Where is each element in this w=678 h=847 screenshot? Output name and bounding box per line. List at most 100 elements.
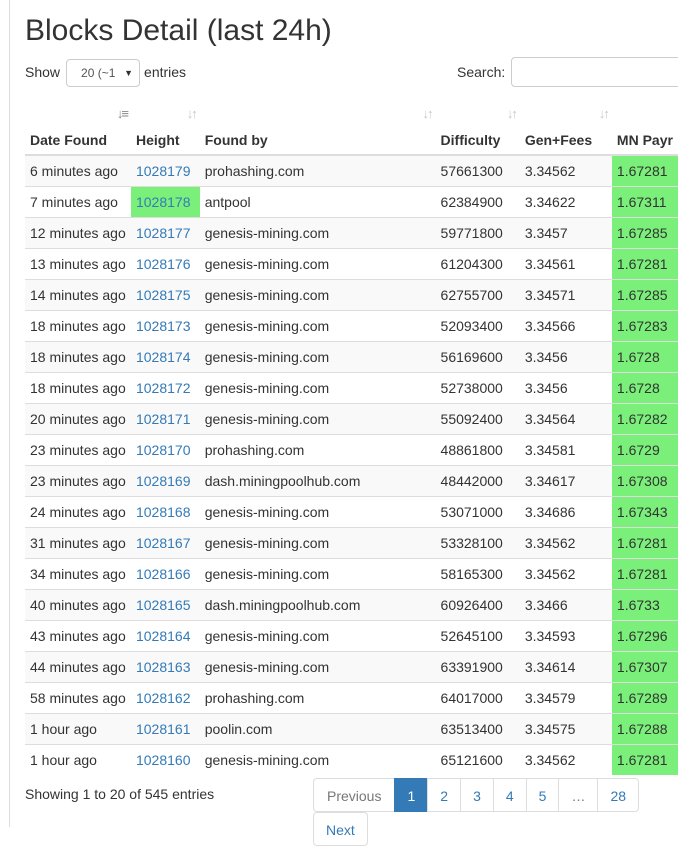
page-2-button[interactable]: 2	[427, 778, 462, 812]
column-header-found-by[interactable]: Found by ↓↑	[199, 100, 436, 156]
cell-height: 1028172	[130, 372, 200, 404]
block-height-link[interactable]: 1028177	[136, 225, 191, 241]
column-header-mn-payment[interactable]: MN Payr	[611, 100, 678, 156]
cell-mn-payment: 1.67281	[611, 527, 678, 559]
table-row: 34 minutes ago 1028166 genesis-mining.com 5…	[25, 558, 678, 590]
cell-difficulty: 57661300	[435, 154, 520, 187]
block-height-link[interactable]: 1028164	[136, 628, 191, 644]
sort-icon: ↓↑	[186, 106, 198, 121]
block-height-link[interactable]: 1028163	[136, 659, 191, 675]
cell-gen-fees: 3.34566	[519, 310, 612, 342]
chevron-down-icon: ▼	[124, 68, 134, 79]
table-body: 6 minutes ago 1028179 prohashing.com 576613…	[25, 154, 678, 775]
sort-icon: ↓↑	[506, 106, 518, 121]
table-row: 12 minutes ago 1028177 genesis-mining.com 5…	[25, 217, 678, 249]
page-5-button[interactable]: 5	[525, 778, 560, 812]
block-height-link[interactable]: 1028168	[136, 504, 191, 520]
left-border	[9, 0, 10, 827]
cell-date-found: 1 hour ago	[25, 744, 131, 775]
cell-gen-fees: 3.3457	[519, 217, 612, 249]
block-height-link[interactable]: 1028175	[136, 287, 191, 303]
cell-difficulty: 52645100	[435, 620, 520, 652]
cell-difficulty: 55092400	[435, 403, 520, 435]
cell-height: 1028170	[130, 434, 200, 466]
column-header-difficulty[interactable]: Difficulty ↓↑	[435, 100, 520, 156]
cell-date-found: 24 minutes ago	[25, 496, 131, 528]
cell-difficulty: 64017000	[435, 682, 520, 714]
cell-height: 1028163	[130, 651, 200, 683]
cell-date-found: 18 minutes ago	[25, 310, 131, 342]
page-1-button[interactable]: 1	[394, 778, 429, 812]
table-row: 40 minutes ago 1028165 dash.miningpoolhub.…	[25, 589, 678, 621]
table-row: 14 minutes ago 1028175 genesis-mining.com 6…	[25, 279, 678, 311]
column-header-gen-fees[interactable]: Gen+Fees ↓↑	[519, 100, 612, 156]
cell-date-found: 23 minutes ago	[25, 434, 131, 466]
cell-date-found: 58 minutes ago	[25, 682, 131, 714]
page-4-button[interactable]: 4	[492, 778, 527, 812]
block-height-link[interactable]: 1028178	[136, 194, 191, 210]
block-height-link[interactable]: 1028160	[136, 752, 191, 768]
block-height-link[interactable]: 1028162	[136, 690, 191, 706]
block-height-link[interactable]: 1028165	[136, 597, 191, 613]
block-height-link[interactable]: 1028174	[136, 349, 191, 365]
cell-date-found: 43 minutes ago	[25, 620, 131, 652]
cell-gen-fees: 3.34561	[519, 248, 612, 280]
cell-found-by: prohashing.com	[199, 434, 436, 466]
table-row: 1 hour ago 1028161 poolin.com 63513400 3.345…	[25, 713, 678, 745]
next-button[interactable]: Next	[313, 812, 368, 846]
cell-height: 1028176	[130, 248, 200, 280]
column-header-date-found[interactable]: Date Found ↓≡	[25, 100, 131, 156]
entries-label: entries	[144, 64, 187, 80]
cell-mn-payment: 1.67296	[611, 620, 678, 652]
table-row: 18 minutes ago 1028173 genesis-mining.com 5…	[25, 310, 678, 342]
cell-gen-fees: 3.34562	[519, 744, 612, 775]
block-height-link[interactable]: 1028170	[136, 442, 191, 458]
block-height-link[interactable]: 1028179	[136, 163, 191, 179]
page-28-button[interactable]: 28	[597, 778, 640, 812]
cell-found-by: dash.miningpoolhub.com	[199, 465, 436, 497]
cell-date-found: 40 minutes ago	[25, 589, 131, 621]
column-header-height[interactable]: Height ↓↑	[130, 100, 200, 156]
cell-difficulty: 59771800	[435, 217, 520, 249]
cell-found-by: genesis-mining.com	[199, 496, 436, 528]
cell-gen-fees: 3.34581	[519, 434, 612, 466]
table-row: 24 minutes ago 1028168 genesis-mining.com 5…	[25, 496, 678, 528]
block-height-link[interactable]: 1028166	[136, 566, 191, 582]
block-height-link[interactable]: 1028169	[136, 473, 191, 489]
cell-height: 1028162	[130, 682, 200, 714]
sort-icon: ↓↑	[422, 106, 434, 121]
search-input[interactable]	[511, 57, 678, 87]
block-height-link[interactable]: 1028161	[136, 721, 191, 737]
cell-found-by: genesis-mining.com	[199, 279, 436, 311]
cell-height: 1028173	[130, 310, 200, 342]
cell-date-found: 13 minutes ago	[25, 248, 131, 280]
cell-height: 1028167	[130, 527, 200, 559]
cell-difficulty: 63391900	[435, 651, 520, 683]
table-row: 23 minutes ago 1028169 dash.miningpoolhub.…	[25, 465, 678, 497]
table-row: 13 minutes ago 1028176 genesis-mining.com 6…	[25, 248, 678, 280]
previous-button[interactable]: Previous	[313, 778, 396, 812]
cell-mn-payment: 1.67281	[611, 154, 678, 187]
length-control: Show 20 (~1 ▼ entries	[25, 57, 187, 88]
page-title: Blocks Detail (last 24h)	[25, 14, 332, 47]
cell-difficulty: 65121600	[435, 744, 520, 775]
cell-date-found: 34 minutes ago	[25, 558, 131, 590]
block-height-link[interactable]: 1028173	[136, 318, 191, 334]
cell-date-found: 12 minutes ago	[25, 217, 131, 249]
entries-per-page-select[interactable]: 20 (~1 ▼	[66, 59, 141, 88]
cell-found-by: prohashing.com	[199, 154, 436, 187]
pagination: Previous 1 2 3 4 5 … 28	[313, 778, 640, 812]
cell-mn-payment: 1.6728	[611, 341, 678, 373]
cell-difficulty: 52093400	[435, 310, 520, 342]
table-row: 20 minutes ago 1028171 genesis-mining.com 5…	[25, 403, 678, 435]
block-height-link[interactable]: 1028171	[136, 411, 191, 427]
cell-mn-payment: 1.6729	[611, 434, 678, 466]
block-height-link[interactable]: 1028172	[136, 380, 191, 396]
sort-desc-icon: ↓≡	[116, 106, 129, 121]
cell-difficulty: 63513400	[435, 713, 520, 745]
block-height-link[interactable]: 1028167	[136, 535, 191, 551]
block-height-link[interactable]: 1028176	[136, 256, 191, 272]
cell-date-found: 20 minutes ago	[25, 403, 131, 435]
page-3-button[interactable]: 3	[460, 778, 494, 812]
cell-difficulty: 53071000	[435, 496, 520, 528]
